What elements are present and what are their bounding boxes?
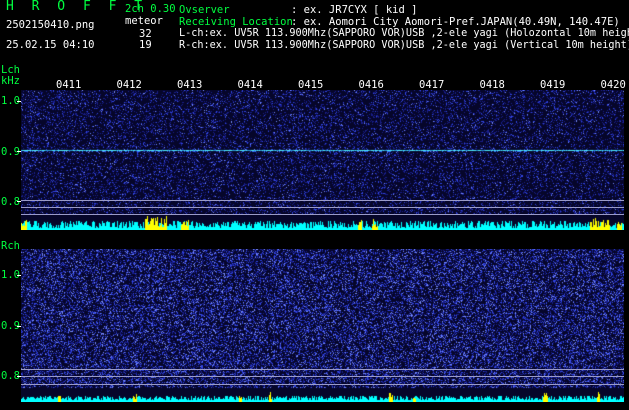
location-value: : ex. Aomori City Aomori-Pref.JAPAN(40.4…: [291, 16, 620, 28]
rch-reference-line-upper: [21, 369, 624, 370]
observer-value: : ex. JR7CYX [ kid ]: [291, 4, 418, 16]
lch-reference-line-upper: [21, 200, 624, 201]
lch-reference-line-base: [21, 214, 624, 215]
lch-tick-0-9: [17, 151, 21, 152]
rch-tick-1-0: [17, 275, 21, 276]
meteor-count-rch: 19: [139, 39, 152, 51]
rch-reference-line-lower: [21, 376, 624, 377]
lch-ytick-0-8: 0.8: [1, 196, 20, 208]
rch-tick-0-9: [17, 326, 21, 327]
capture-datetime: 25.02.15 04:10: [6, 39, 95, 51]
khz-unit-label: kHz: [1, 75, 20, 87]
lch-receiver-info: L-ch:ex. UV5R 113.900Mhz(SAPPORO VOR)USB…: [179, 28, 629, 39]
location-label: Receiving Location: [179, 16, 293, 28]
lch-tick-1-0: [17, 101, 21, 102]
lch-ytick-0-9: 0.9: [1, 146, 20, 158]
meteor-label: meteor: [125, 15, 163, 27]
rch-reference-line-base: [21, 384, 624, 385]
lch-reference-line-lower: [21, 207, 624, 208]
file-name: 2502150410.png: [6, 19, 95, 31]
rch-receiver-info: R-ch:ex. UV5R 113.900Mhz(SAPPORO VOR)USB…: [179, 40, 629, 51]
lch-spectrogram: [21, 90, 624, 230]
rch-label: Rch: [1, 240, 20, 252]
lch-tick-0-8: [17, 201, 21, 202]
rch-tick-0-8: [17, 376, 21, 377]
rch-spectrogram: [21, 249, 624, 402]
observer-label: Ovserver: [179, 4, 230, 16]
channel-mode: 2ch 0.30: [125, 3, 176, 15]
